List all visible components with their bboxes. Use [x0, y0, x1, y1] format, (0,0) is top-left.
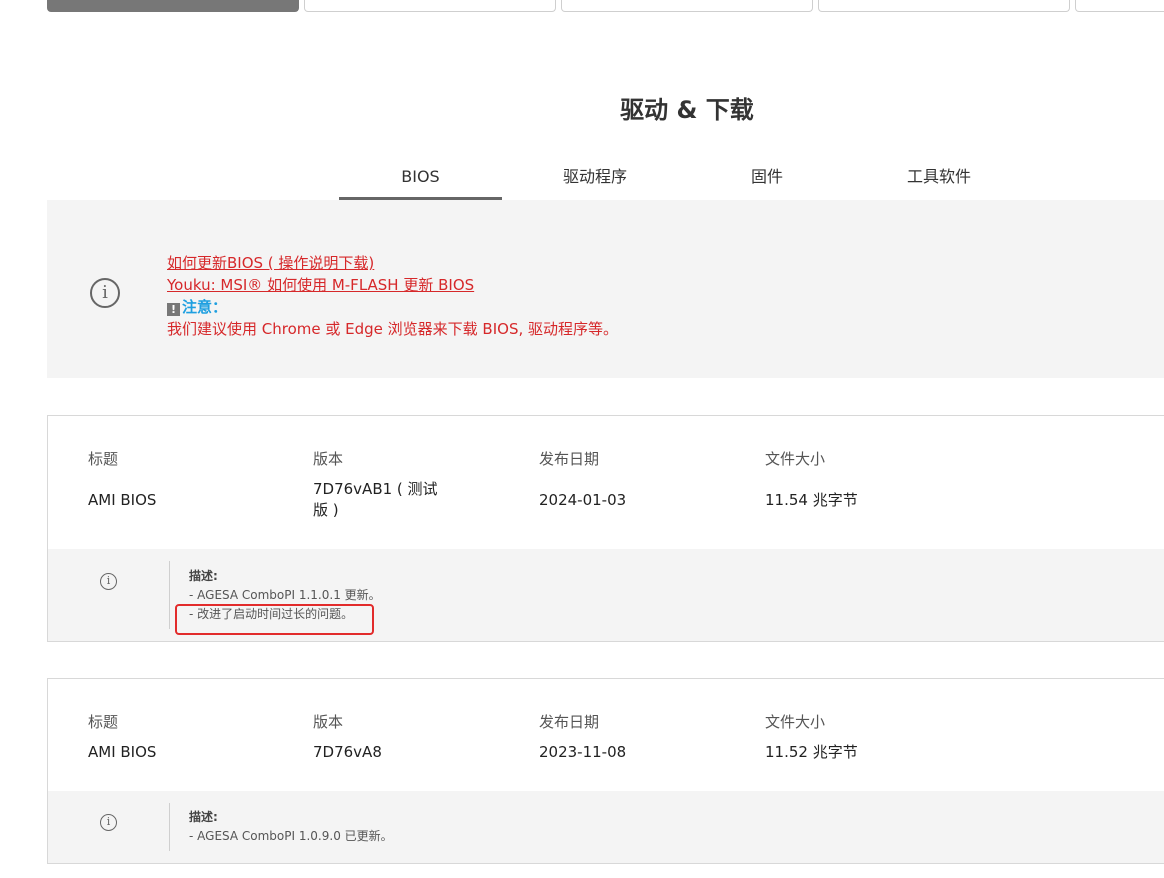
top-tab-3[interactable] [561, 0, 813, 12]
bios-entry-card: 标题 版本 发布日期 文件大小 AMI BIOS 7D76vA8 2023-11… [47, 678, 1164, 864]
description-text: 描述: - AGESA ComboPI 1.0.9.0 已更新。 [189, 808, 393, 846]
size-header: 文件大小 [765, 713, 826, 731]
entry-version: 7D76vAB1 ( 测试版 ) [313, 480, 438, 519]
tab-bios[interactable]: BIOS [339, 160, 502, 200]
info-icon: i [100, 573, 117, 590]
highlight-box [175, 604, 374, 635]
notice-lines: 如何更新BIOS ( 操作说明下载) Youku: MSI® 如何使用 M-FL… [167, 252, 618, 340]
entry-version: 7D76vA8 [313, 743, 382, 761]
entry-title: AMI BIOS [88, 743, 157, 761]
description-panel: i 描述: - AGESA ComboPI 1.1.0.1 更新。 - 改进了启… [48, 549, 1164, 641]
youku-mflash-link[interactable]: Youku: MSI® 如何使用 M-FLASH 更新 BIOS [167, 276, 474, 294]
description-label: 描述: [189, 569, 218, 583]
version-header: 版本 [313, 450, 344, 468]
browser-recommendation: 我们建议使用 Chrome 或 Edge 浏览器来下载 BIOS, 驱动程序等。 [167, 320, 619, 338]
entry-date: 2024-01-03 [539, 491, 627, 509]
entry-size: 11.54 兆字节 [765, 491, 858, 509]
title-header: 标题 [88, 713, 119, 731]
entry-date: 2023-11-08 [539, 743, 627, 761]
date-header: 发布日期 [539, 450, 600, 468]
tab-utility[interactable]: 工具软件 [879, 160, 999, 200]
notice-label: 注意： [182, 298, 228, 316]
bios-entry-card: 标题 版本 发布日期 文件大小 AMI BIOS 7D76vAB1 ( 测试版 … [47, 415, 1164, 642]
divider [169, 803, 170, 851]
description-line: - AGESA ComboPI 1.1.0.1 更新。 [189, 588, 381, 602]
bios-update-guide-link[interactable]: 如何更新BIOS ( 操作说明下载) [167, 254, 374, 272]
info-icon: i [100, 814, 117, 831]
info-icon: i [90, 278, 120, 308]
entry-title: AMI BIOS [88, 491, 157, 509]
tab-drivers[interactable]: 驱动程序 [515, 160, 675, 200]
tab-firmware[interactable]: 固件 [707, 160, 827, 200]
description-panel: i 描述: - AGESA ComboPI 1.0.9.0 已更新。 [48, 791, 1164, 863]
top-tab-5[interactable] [1075, 0, 1164, 12]
top-tab-4[interactable] [818, 0, 1070, 12]
entry-size: 11.52 兆字节 [765, 743, 858, 761]
top-tab-2[interactable] [304, 0, 556, 12]
description-label: 描述: [189, 810, 218, 824]
divider [169, 561, 170, 629]
version-header: 版本 [313, 713, 344, 731]
notice-panel: i 如何更新BIOS ( 操作说明下载) Youku: MSI® 如何使用 M-… [47, 200, 1164, 378]
date-header: 发布日期 [539, 713, 600, 731]
description-line: - AGESA ComboPI 1.0.9.0 已更新。 [189, 829, 393, 843]
title-header: 标题 [88, 450, 119, 468]
top-tab-1[interactable] [47, 0, 299, 12]
size-header: 文件大小 [765, 450, 826, 468]
warning-icon: ! [167, 303, 180, 316]
page-title: 驱动 & 下载 [620, 96, 754, 124]
